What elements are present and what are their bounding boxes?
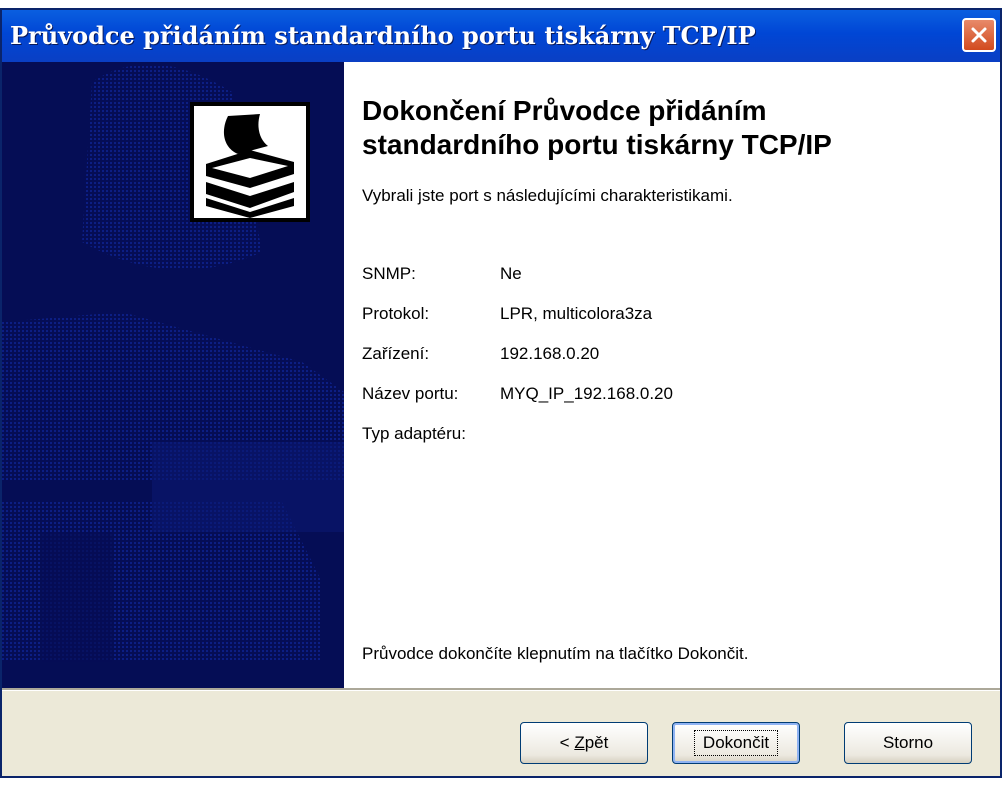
detail-label: SNMP: — [362, 264, 416, 283]
detail-row-protocol: Protokol: LPR, multicolora3za — [362, 294, 982, 334]
close-icon — [971, 27, 987, 43]
wizard-content: Dokončení Průvodce přidáním standardního… — [362, 94, 982, 454]
cancel-button-label: Storno — [882, 733, 934, 752]
close-button[interactable] — [962, 18, 996, 52]
detail-value: MYQ_IP_192.168.0.20 — [500, 384, 673, 403]
detail-row-adapter-type: Typ adaptéru: — [362, 414, 982, 454]
back-button-label: < Zpět — [560, 733, 609, 753]
detail-value: 192.168.0.20 — [500, 344, 600, 363]
detail-row-device: Zařízení: 192.168.0.20 — [362, 334, 982, 374]
back-rest: pět — [584, 733, 609, 752]
wizard-window: Průvodce přidáním standardního portu tis… — [0, 8, 1002, 778]
back-button[interactable]: < Zpět — [520, 722, 648, 764]
detail-label: Typ adaptéru: — [362, 424, 466, 443]
detail-label: Zařízení: — [362, 344, 430, 363]
title-bar[interactable]: Průvodce přidáním standardního portu tis… — [2, 10, 1000, 62]
port-details: SNMP: Ne Protokol: LPR, multicolora3za Z… — [362, 254, 982, 454]
page-title-line-1: Dokončení Průvodce přidáním — [362, 95, 767, 126]
finish-hint: Průvodce dokončíte klepnutím na tlačítko… — [362, 644, 749, 663]
detail-value: Ne — [500, 264, 522, 283]
back-accelerator: Z — [574, 733, 585, 752]
detail-label: Název portu: — [362, 384, 459, 403]
button-divider — [2, 688, 1000, 691]
intro-text: Vybrali jste port s následujícími charak… — [362, 186, 733, 205]
wizard-body: Dokončení Průvodce přidáním standardního… — [2, 62, 1000, 688]
page-title: Dokončení Průvodce přidáním standardního… — [362, 94, 982, 162]
detail-row-port-name: Název portu: MYQ_IP_192.168.0.20 — [362, 374, 982, 414]
window-title: Průvodce přidáním standardního portu tis… — [10, 21, 756, 50]
detail-row-snmp: SNMP: Ne — [362, 254, 982, 294]
cancel-button[interactable]: Storno — [844, 722, 972, 764]
finish-button[interactable]: Dokončit — [672, 722, 800, 764]
detail-value: LPR, multicolora3za — [500, 304, 653, 323]
wizard-banner — [2, 62, 344, 688]
back-prefix: < — [559, 733, 575, 752]
page-title-line-2: standardního portu tiskárny TCP/IP — [362, 129, 832, 160]
finish-button-label: Dokončit — [693, 730, 779, 756]
detail-label: Protokol: — [362, 304, 430, 323]
printer-icon — [190, 102, 310, 222]
